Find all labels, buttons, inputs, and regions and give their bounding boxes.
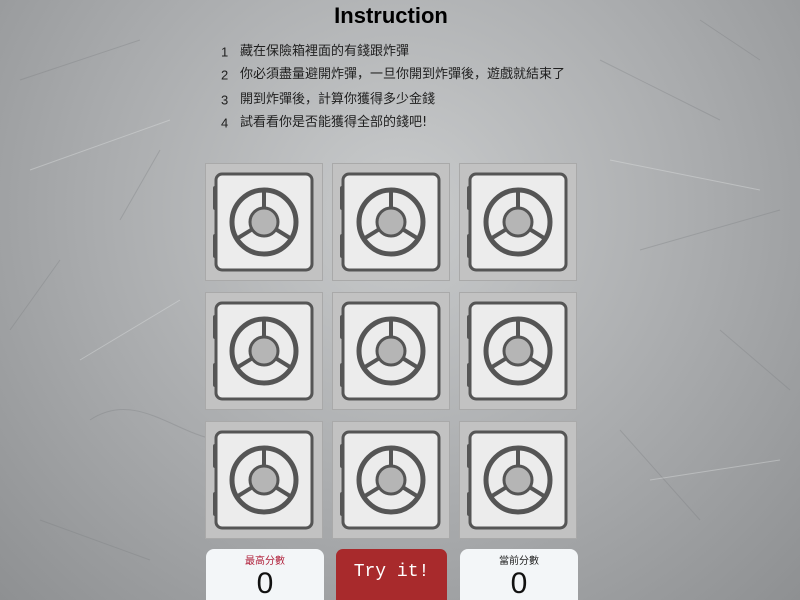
instruction-list: 1 藏在保險箱裡面的有錢跟炸彈 2 你必須盡量避開炸彈，一旦你開到炸彈後，遊戲就結束…: [218, 44, 578, 138]
safe-dial-icon: [467, 172, 568, 272]
current-score-label: 當前分數: [499, 556, 539, 567]
high-score-value: 0: [256, 567, 274, 600]
current-score-value: 0: [510, 567, 528, 600]
safe-dial-icon: [213, 430, 314, 530]
safe-dial-icon: [213, 301, 314, 401]
instruction-number: 3: [221, 92, 229, 107]
safe-dial-icon: [467, 301, 568, 401]
instruction-item: 3 開到炸彈後，計算你獲得多少金錢: [218, 92, 578, 107]
instruction-number: 2: [221, 67, 229, 82]
safe-1[interactable]: [205, 163, 323, 281]
high-score-card: 最高分數 0: [206, 549, 324, 600]
safe-dial-icon: [340, 172, 441, 272]
safe-4[interactable]: [205, 292, 323, 410]
instruction-text: 開到炸彈後，計算你獲得多少金錢: [240, 92, 436, 107]
instruction-item: 2 你必須盡量避開炸彈，一旦你開到炸彈後，遊戲就結束了: [218, 67, 578, 82]
current-score-card: 當前分數 0: [460, 549, 578, 600]
safe-dial-icon: [340, 301, 441, 401]
safe-dial-icon: [467, 430, 568, 530]
safe-7[interactable]: [205, 421, 323, 539]
instruction-text: 藏在保險箱裡面的有錢跟炸彈: [240, 44, 410, 59]
instruction-item: 4 試看看你是否能獲得全部的錢吧!: [218, 115, 578, 130]
instruction-item: 1 藏在保險箱裡面的有錢跟炸彈: [218, 44, 578, 59]
instruction-number: 4: [221, 115, 229, 130]
safe-6[interactable]: [459, 292, 577, 410]
safe-dial-icon: [340, 430, 441, 530]
instruction-text: 你必須盡量避開炸彈，一旦你開到炸彈後，遊戲就結束了: [240, 67, 566, 82]
safe-3[interactable]: [459, 163, 577, 281]
safe-9[interactable]: [459, 421, 577, 539]
instruction-number: 1: [221, 44, 229, 59]
page-title: Instruction: [334, 3, 448, 28]
safe-2[interactable]: [332, 163, 450, 281]
try-it-button[interactable]: Try it!: [336, 549, 447, 600]
safe-dial-icon: [213, 172, 314, 272]
high-score-label: 最高分數: [245, 556, 285, 567]
instruction-text: 試看看你是否能獲得全部的錢吧!: [240, 115, 428, 130]
safe-5[interactable]: [332, 292, 450, 410]
safe-8[interactable]: [332, 421, 450, 539]
